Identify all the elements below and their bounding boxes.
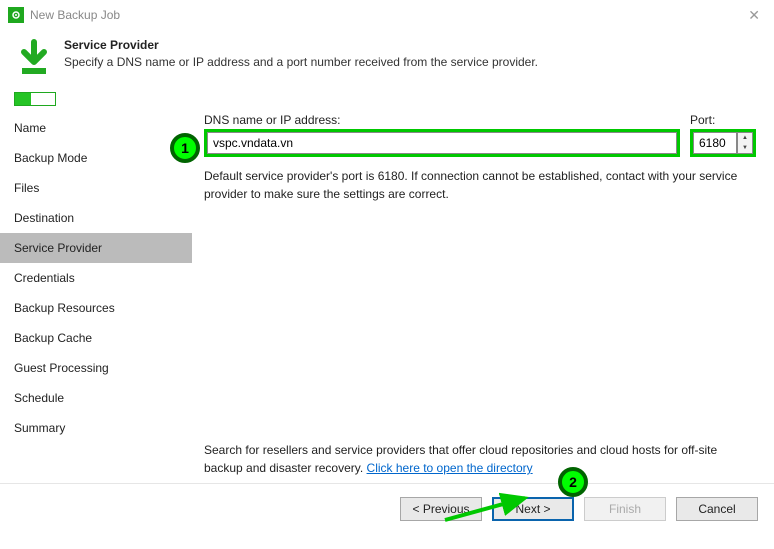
directory-search-text: Search for resellers and service provide… [204,441,756,477]
port-spinner[interactable]: ▲ ▼ [737,132,753,154]
close-icon[interactable]: ✕ [742,5,766,26]
port-hint-text: Default service provider's port is 6180.… [204,167,756,203]
step-backup-mode[interactable]: Backup Mode [0,143,192,173]
step-service-provider[interactable]: Service Provider [0,233,192,263]
page-title: Service Provider [64,38,159,52]
wizard-header: Service Provider Specify a DNS name or I… [0,30,774,88]
finish-button: Finish [584,497,666,521]
step-backup-resources[interactable]: Backup Resources [0,293,192,323]
port-input-highlight: ▲ ▼ [690,129,756,157]
main-panel: DNS name or IP address: Port: ▲ ▼ Defaul… [192,107,774,483]
dns-input-highlight [204,129,680,157]
previous-button[interactable]: < Previous [400,497,482,521]
step-files[interactable]: Files [0,173,192,203]
download-arrow-icon [14,38,54,78]
page-subtitle: Specify a DNS name or IP address and a p… [64,55,538,69]
dns-input[interactable] [207,132,677,154]
titlebar: New Backup Job ✕ [0,0,774,30]
step-credentials[interactable]: Credentials [0,263,192,293]
window-title: New Backup Job [30,8,120,22]
step-destination[interactable]: Destination [0,203,192,233]
step-schedule[interactable]: Schedule [0,383,192,413]
cancel-button[interactable]: Cancel [676,497,758,521]
app-icon [8,7,24,23]
step-summary[interactable]: Summary [0,413,192,443]
step-guest-processing[interactable]: Guest Processing [0,353,192,383]
port-input[interactable] [693,132,737,154]
next-button[interactable]: Next > [492,497,574,521]
spinner-down-icon[interactable]: ▼ [738,143,752,153]
step-backup-cache[interactable]: Backup Cache [0,323,192,353]
wizard-footer: < Previous Next > Finish Cancel [0,483,774,533]
dns-label: DNS name or IP address: [204,113,680,127]
step-name[interactable]: Name [0,113,192,143]
port-label: Port: [690,113,756,127]
open-directory-link[interactable]: Click here to open the directory [367,461,533,475]
wizard-steps-sidebar: Name Backup Mode Files Destination Servi… [0,107,192,483]
progress-indicator [14,92,56,106]
spinner-up-icon[interactable]: ▲ [738,133,752,143]
